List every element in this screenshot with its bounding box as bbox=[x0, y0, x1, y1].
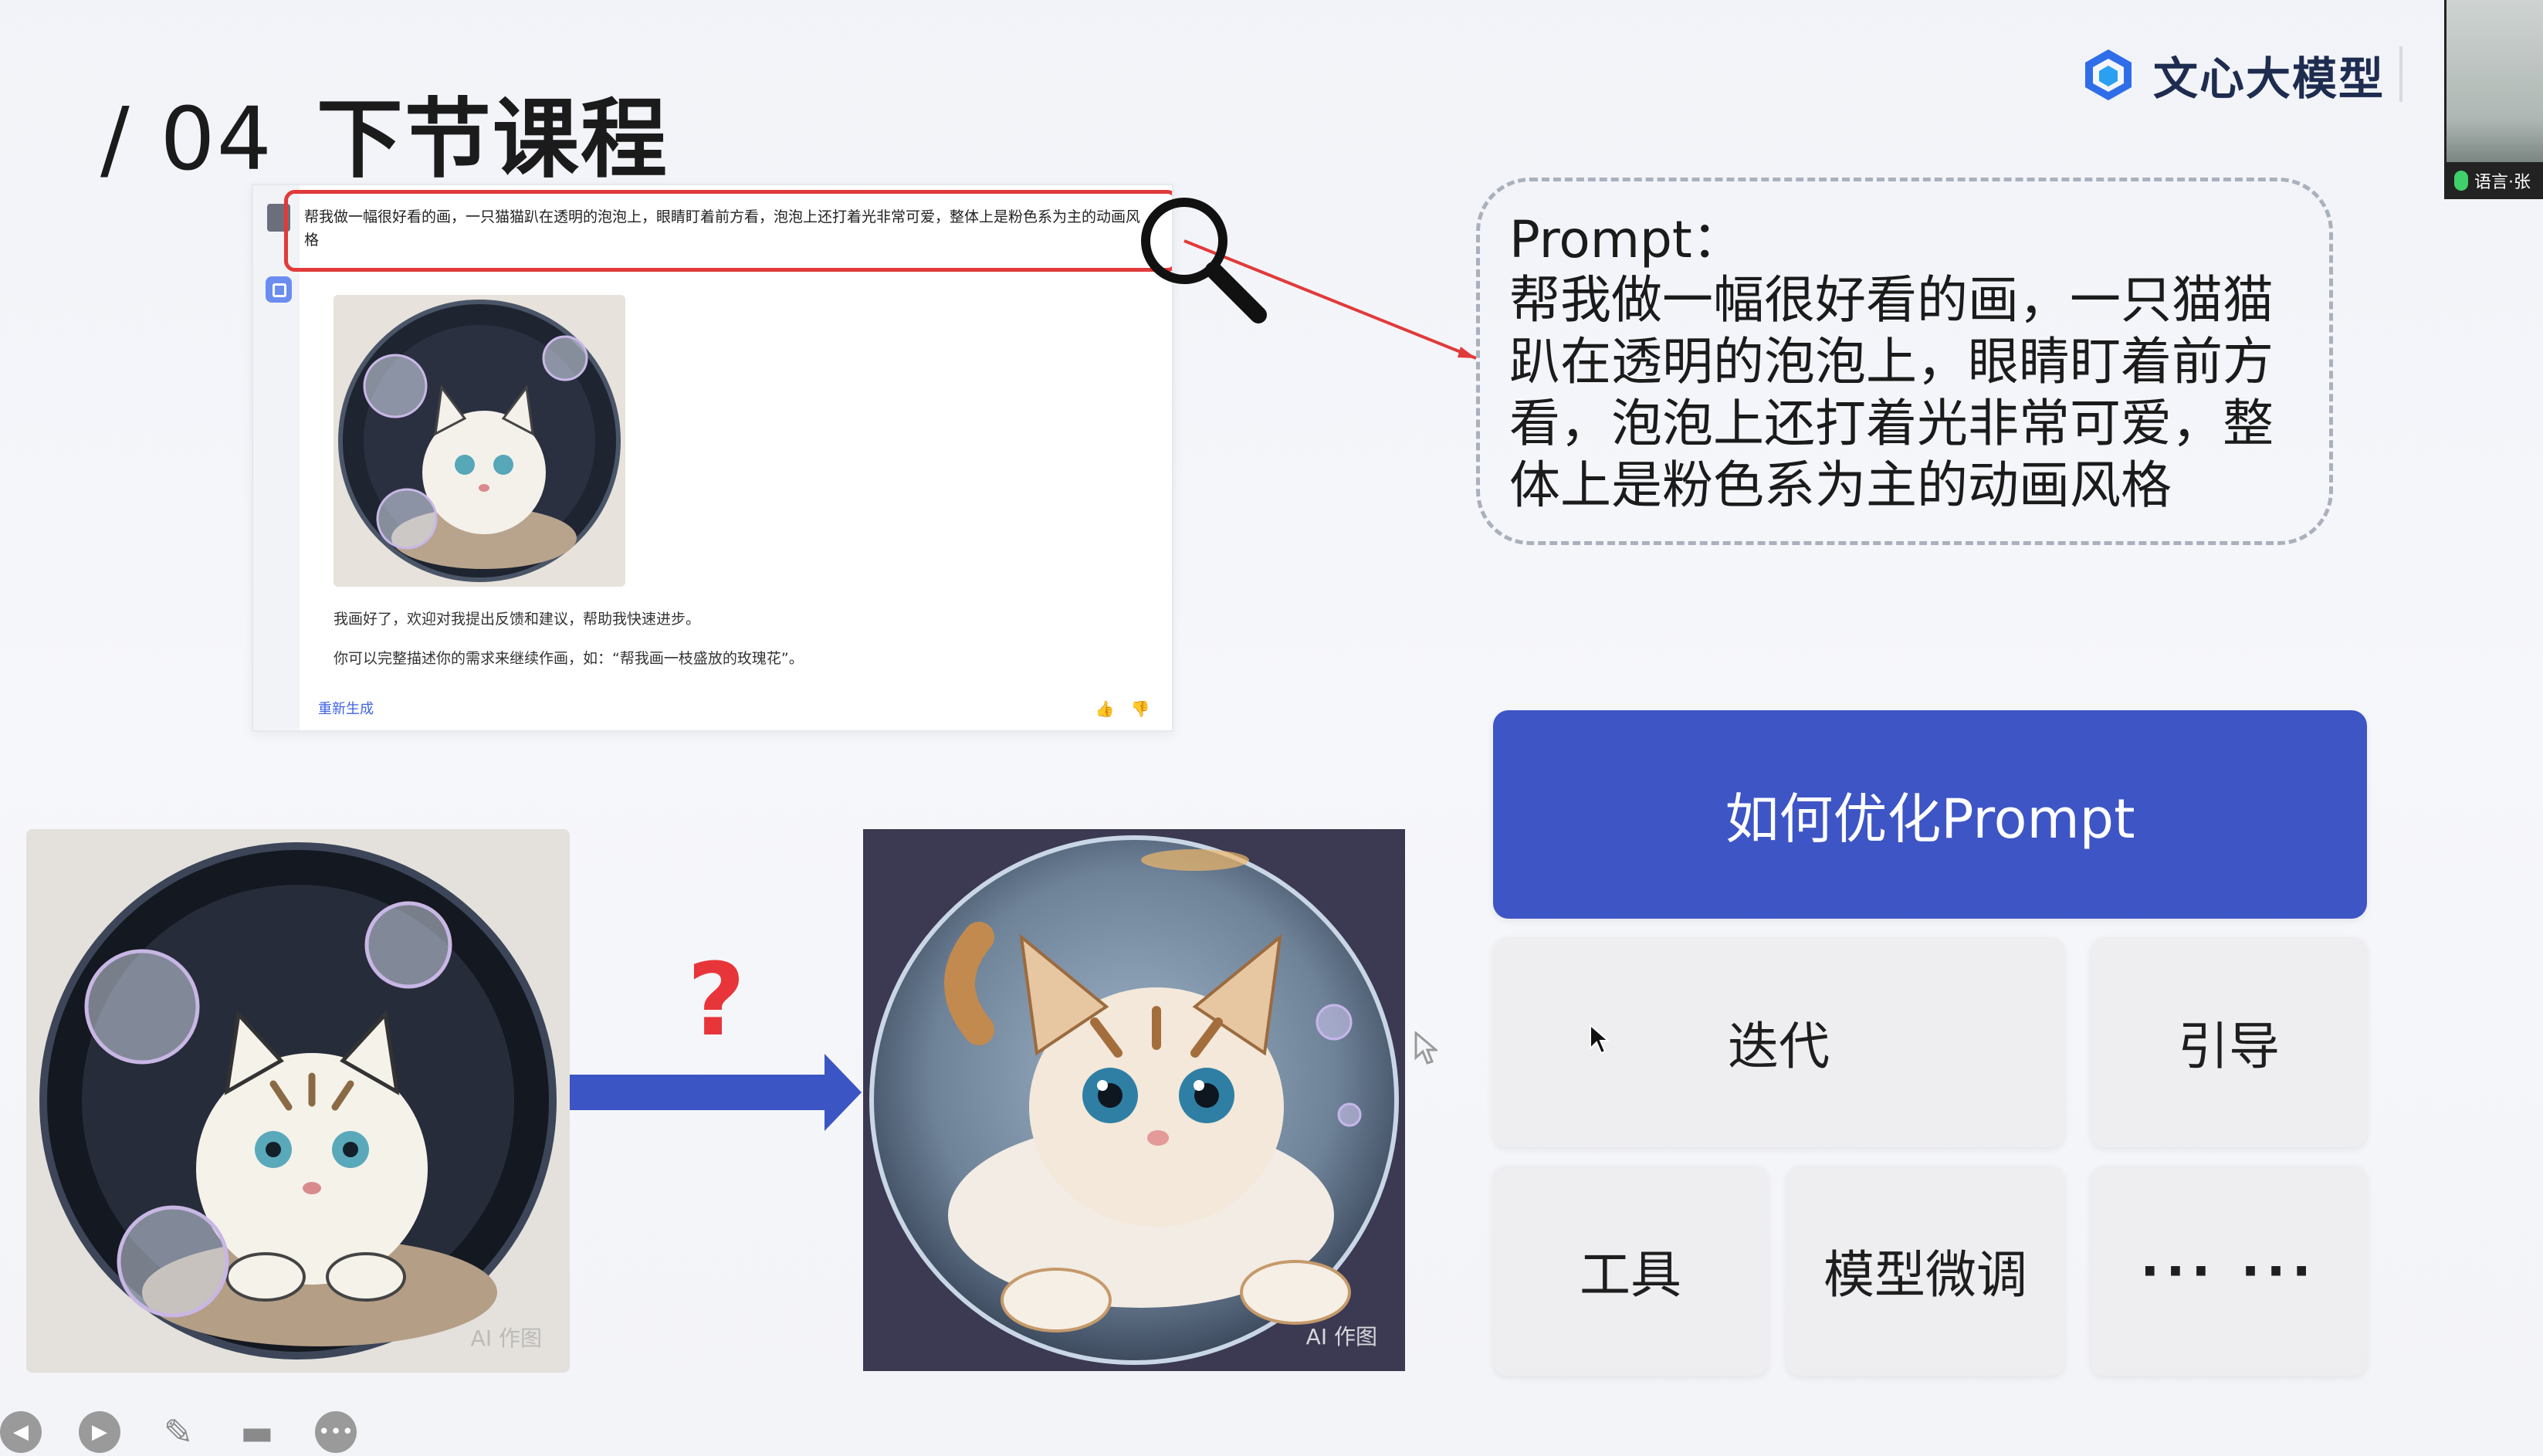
callout-label: Prompt： bbox=[1509, 210, 1743, 269]
topic-tools[interactable]: 工具 bbox=[1493, 1166, 1768, 1376]
anime-style-cat-image: AI 作图 bbox=[863, 829, 1405, 1371]
cat-bubble-sketch-large bbox=[26, 829, 570, 1373]
question-mark: ? bbox=[687, 941, 746, 1058]
next-slide-icon[interactable]: ▶ bbox=[79, 1411, 120, 1453]
topic-fine-tuning[interactable]: 模型微调 bbox=[1786, 1166, 2064, 1376]
more-options-icon[interactable]: ••• bbox=[315, 1411, 357, 1453]
topic-guidance[interactable]: 引导 bbox=[2091, 937, 2367, 1147]
right-image-watermark: AI 作图 bbox=[1305, 1324, 1377, 1349]
thumb-down-icon[interactable]: 👎 bbox=[1130, 699, 1150, 720]
mouse-cursor-icon bbox=[1590, 1024, 1609, 1055]
bot-avatar-icon bbox=[266, 276, 292, 303]
presenter-toolbar: ◀ ▶ ✎ ▬ ••• bbox=[0, 1411, 357, 1453]
webcam-name: 语言·张 bbox=[2474, 173, 2531, 192]
brand: 文心大模型 bbox=[2081, 42, 2385, 107]
cat-bubble-sketch-image bbox=[334, 295, 625, 587]
brand-name: 文心大模型 bbox=[2153, 52, 2386, 105]
magnifier-icon bbox=[1141, 198, 1267, 323]
slide-heading: 下节课程 bbox=[316, 90, 669, 190]
wenxin-logo-icon bbox=[2085, 49, 2132, 100]
prompt-callout: Prompt： 帮我做一幅很好看的画，一只猫猫趴在透明的泡泡上，眼睛盯着前方看，… bbox=[1476, 178, 2333, 545]
left-image-watermark: AI 作图 bbox=[470, 1326, 542, 1351]
prompt-highlight-box bbox=[284, 190, 1172, 272]
sketch-style-cat-image: AI 作图 bbox=[26, 829, 570, 1373]
topic-more[interactable]: ··· ··· bbox=[2091, 1166, 2367, 1376]
pen-icon[interactable]: ✎ bbox=[157, 1411, 199, 1453]
ghost-cursor-icon bbox=[1414, 1031, 1437, 1065]
generated-image-thumbnail[interactable] bbox=[334, 295, 625, 587]
thumb-up-icon[interactable]: 👍 bbox=[1095, 699, 1115, 720]
slide-title: / 04 下节课程 bbox=[100, 69, 669, 195]
microphone-icon bbox=[2454, 171, 2468, 191]
callout-prompt-text: 帮我做一幅很好看的画，一只猫猫趴在透明的泡泡上，眼睛盯着前方看，泡泡上还打着光非… bbox=[1509, 270, 2274, 515]
bot-reply-line1: 我画好了，欢迎对我提出反馈和建议，帮助我快速进步。 bbox=[334, 611, 701, 628]
slide-number: / 04 bbox=[100, 90, 273, 190]
topic-optimize-prompt[interactable]: 如何优化Prompt bbox=[1493, 710, 2367, 919]
cat-bubble-anime-image bbox=[863, 829, 1405, 1371]
presenter-webcam: 语言·张 bbox=[2444, 0, 2543, 199]
prev-slide-icon[interactable]: ◀ bbox=[0, 1411, 42, 1453]
webcam-label-bar: 语言·张 bbox=[2446, 162, 2543, 199]
topic-iteration[interactable]: 迭代 bbox=[1493, 937, 2064, 1147]
chat-example-screenshot: 帮我做一幅很好看的画，一只猫猫趴在透明的泡泡上，眼睛盯着前方看，泡泡上还打着光非… bbox=[252, 184, 1173, 732]
regenerate-link[interactable]: 重新生成 bbox=[318, 698, 374, 718]
bot-reply-line2: 你可以完整描述你的需求来继续作画，如：“帮我画一枝盛放的玫瑰花”。 bbox=[334, 650, 804, 667]
brand-divider bbox=[2399, 46, 2402, 102]
camera-icon[interactable]: ▬ bbox=[236, 1411, 278, 1453]
